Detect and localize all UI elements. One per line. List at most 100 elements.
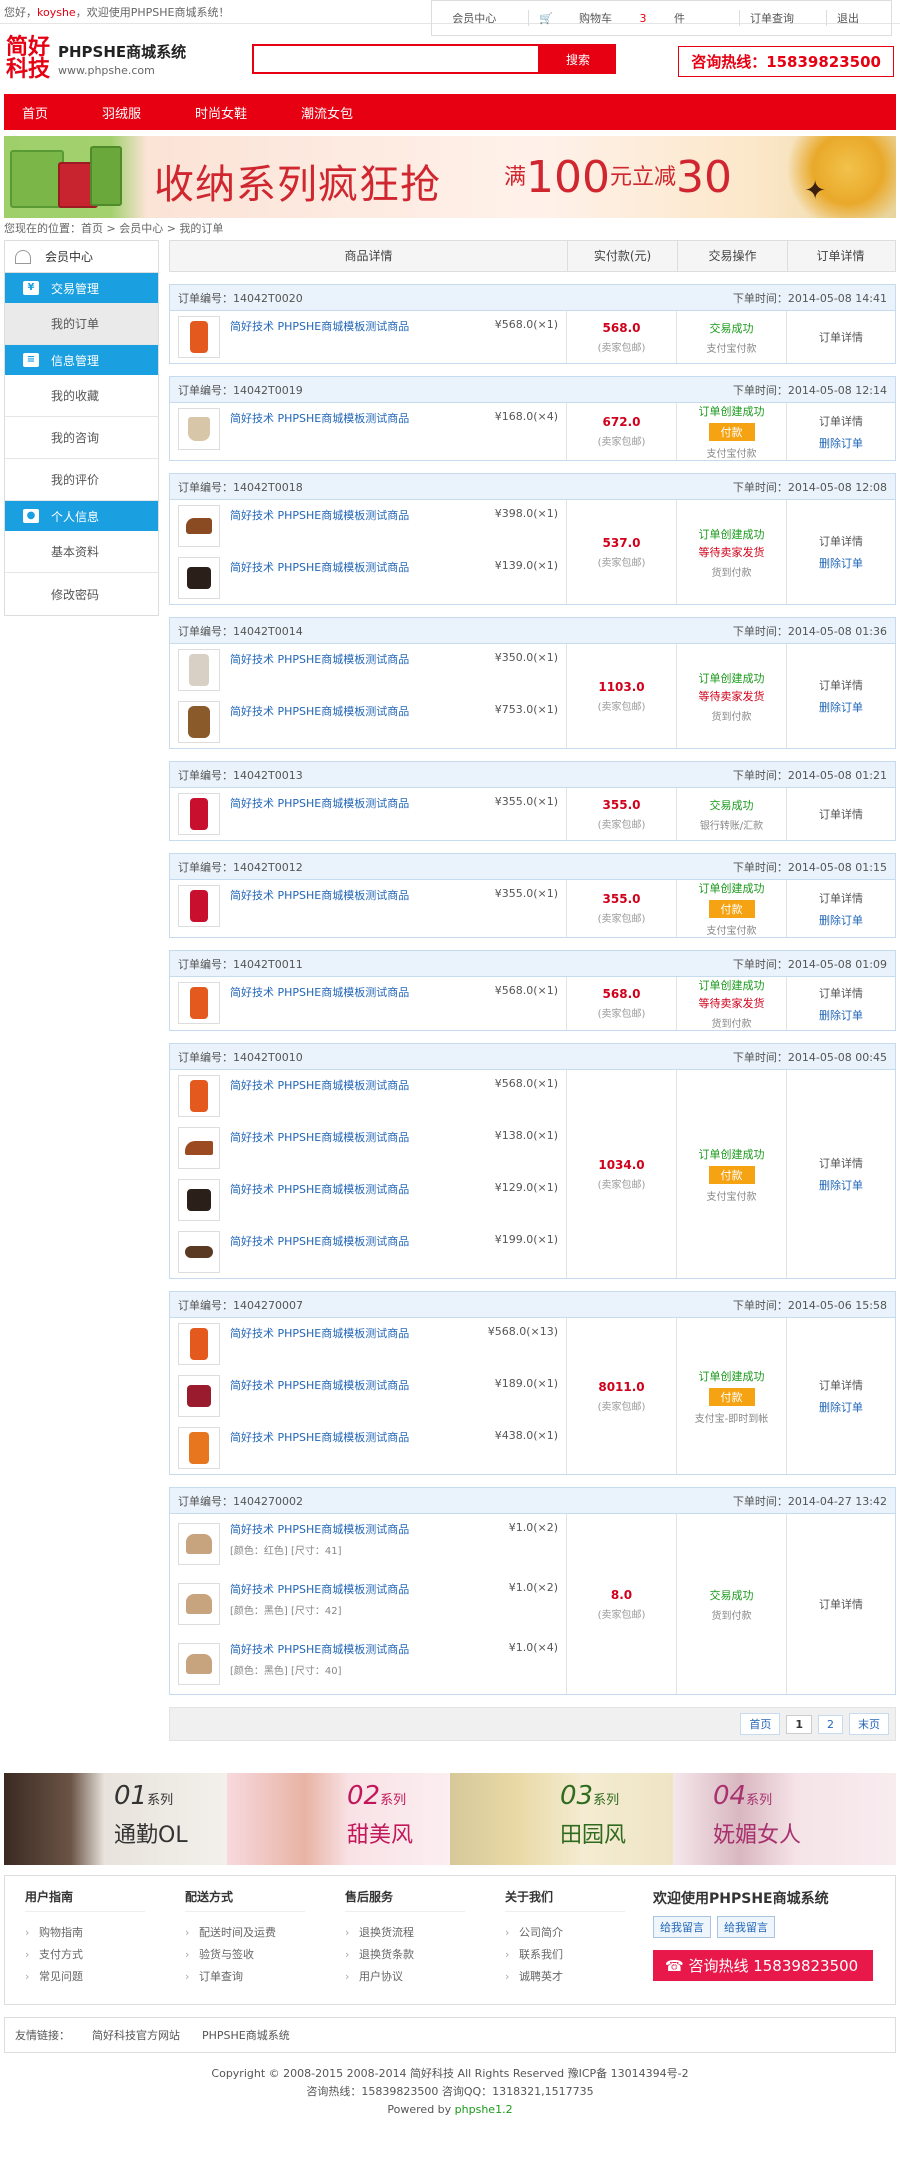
product-name-link[interactable]: 简好技术 PHPSHE商城模板测试商品 <box>230 984 409 1000</box>
series-banner-3[interactable]: 03系列 田园风 <box>450 1773 673 1865</box>
pay-button[interactable]: 付款 <box>708 1165 755 1184</box>
product-thumbnail[interactable] <box>178 1427 220 1469</box>
sidebar-item-consult[interactable]: 我的咨询 <box>5 417 158 459</box>
nav-item-down-jacket[interactable]: 羽绒服 <box>102 103 141 122</box>
product-thumbnail[interactable] <box>178 316 220 358</box>
product-thumbnail[interactable] <box>178 1583 220 1625</box>
product-name-link[interactable]: 简好技术 PHPSHE商城模板测试商品 <box>230 1325 409 1341</box>
product-name-link[interactable]: 简好技术 PHPSHE商城模板测试商品 <box>230 1181 409 1197</box>
product-thumbnail[interactable] <box>178 1179 220 1221</box>
footer-link[interactable]: 公司简介 <box>505 1922 645 1944</box>
pay-button[interactable]: 付款 <box>708 423 755 441</box>
product-name-link[interactable]: 简好技术 PHPSHE商城模板测试商品 <box>230 1641 409 1657</box>
footer-link[interactable]: 支付方式 <box>25 1944 165 1966</box>
product-thumbnail[interactable] <box>178 885 220 927</box>
delete-order-link[interactable]: 删除订单 <box>819 435 863 451</box>
product-name-link[interactable]: 简好技术 PHPSHE商城模板测试商品 <box>230 1377 409 1393</box>
promo-banner[interactable]: 收纳系列疯狂抢 满100元立减30 ✦ <box>4 136 896 218</box>
product-name-link[interactable]: 简好技术 PHPSHE商城模板测试商品 <box>230 887 409 903</box>
logo[interactable]: 简好科技 PHPSHE商城系统 www.phpshe.com <box>6 37 186 81</box>
product-thumbnail[interactable] <box>178 649 220 691</box>
sidebar-item-reviews[interactable]: 我的评价 <box>5 459 158 501</box>
sidebar-item-my-orders[interactable]: 我的订单 <box>5 303 158 345</box>
order-detail-link[interactable]: 订单详情 <box>819 890 863 906</box>
product-thumbnail[interactable] <box>178 408 220 450</box>
product-thumbnail[interactable] <box>178 793 220 835</box>
nav-item-home[interactable]: 首页 <box>22 103 48 122</box>
footer-link[interactable]: 诚聘英才 <box>505 1966 645 1988</box>
order-detail-link[interactable]: 订单详情 <box>819 329 863 345</box>
delete-order-link[interactable]: 删除订单 <box>819 555 863 571</box>
product-name-link[interactable]: 简好技术 PHPSHE商城模板测试商品 <box>230 1429 409 1445</box>
order-detail-link[interactable]: 订单详情 <box>819 1155 863 1171</box>
product-name-link[interactable]: 简好技术 PHPSHE商城模板测试商品 <box>230 1521 409 1537</box>
order-detail-link[interactable]: 订单详情 <box>819 1596 863 1612</box>
friend-link[interactable]: 简好科技官方网站 <box>92 2027 180 2043</box>
nav-item-women-bags[interactable]: 潮流女包 <box>301 103 353 122</box>
nav-item-women-shoes[interactable]: 时尚女鞋 <box>195 103 247 122</box>
product-name-link[interactable]: 简好技术 PHPSHE商城模板测试商品 <box>230 1077 409 1093</box>
order-detail-link[interactable]: 订单详情 <box>819 985 863 1001</box>
product-thumbnail[interactable] <box>178 1375 220 1417</box>
footer-link[interactable]: 购物指南 <box>25 1922 165 1944</box>
product-name-link[interactable]: 简好技术 PHPSHE商城模板测试商品 <box>230 410 409 426</box>
order-detail-link[interactable]: 订单详情 <box>819 677 863 693</box>
product-name-link[interactable]: 简好技术 PHPSHE商城模板测试商品 <box>230 559 409 575</box>
sidebar-item-basic-info[interactable]: 基本资料 <box>5 531 158 573</box>
delete-order-link[interactable]: 删除订单 <box>819 699 863 715</box>
product-name-link[interactable]: 简好技术 PHPSHE商城模板测试商品 <box>230 703 409 719</box>
series-banner-2[interactable]: 02系列 甜美风 <box>227 1773 450 1865</box>
product-name-link[interactable]: 简好技术 PHPSHE商城模板测试商品 <box>230 318 409 334</box>
product-name-link[interactable]: 简好技术 PHPSHE商城模板测试商品 <box>230 651 409 667</box>
sidebar-item-favorites[interactable]: 我的收藏 <box>5 375 158 417</box>
order-detail-link[interactable]: 订单详情 <box>819 413 863 429</box>
footer-link[interactable]: 联系我们 <box>505 1944 645 1966</box>
footer-link[interactable]: 退换货条款 <box>345 1944 485 1966</box>
page-last[interactable]: 末页 <box>849 1713 889 1735</box>
search-input[interactable] <box>252 44 540 74</box>
product-name-link[interactable]: 简好技术 PHPSHE商城模板测试商品 <box>230 507 409 523</box>
product-name-link[interactable]: 简好技术 PHPSHE商城模板测试商品 <box>230 1233 409 1249</box>
product-thumbnail[interactable] <box>178 1075 220 1117</box>
page-2[interactable]: 2 <box>818 1714 843 1734</box>
search-button[interactable]: 搜索 <box>540 44 616 74</box>
footer-link[interactable]: 配送时间及运费 <box>185 1922 325 1944</box>
order-item: 简好技术 PHPSHE商城模板测试商品 ¥355.0(×1) <box>170 788 566 840</box>
friend-link[interactable]: PHPSHE商城系统 <box>202 2027 290 2043</box>
product-thumbnail[interactable] <box>178 1643 220 1685</box>
product-thumbnail[interactable] <box>178 1127 220 1169</box>
pay-button[interactable]: 付款 <box>708 900 755 918</box>
product-thumbnail[interactable] <box>178 1523 220 1565</box>
product-name-link[interactable]: 简好技术 PHPSHE商城模板测试商品 <box>230 795 409 811</box>
powered-link[interactable]: phpshe1.2 <box>455 2103 513 2116</box>
product-thumbnail[interactable] <box>178 505 220 547</box>
leave-message-button[interactable]: 给我留言 <box>653 1916 711 1938</box>
order-detail-link[interactable]: 订单详情 <box>819 1377 863 1393</box>
series-banner-4[interactable]: 04系列 妩媚女人 <box>673 1773 896 1865</box>
footer-link[interactable]: 用户协议 <box>345 1966 485 1988</box>
footer-link[interactable]: 验货与签收 <box>185 1944 325 1966</box>
product-thumbnail[interactable] <box>178 982 220 1024</box>
product-thumbnail[interactable] <box>178 1231 220 1273</box>
delete-order-link[interactable]: 删除订单 <box>819 912 863 928</box>
page-1[interactable]: 1 <box>786 1714 812 1734</box>
product-thumbnail[interactable] <box>178 1323 220 1365</box>
footer-link[interactable]: 退换货流程 <box>345 1922 485 1944</box>
footer-link[interactable]: 订单查询 <box>185 1966 325 1988</box>
order-detail-link[interactable]: 订单详情 <box>819 806 863 822</box>
delete-order-link[interactable]: 删除订单 <box>819 1177 863 1193</box>
product-name-link[interactable]: 简好技术 PHPSHE商城模板测试商品 <box>230 1581 409 1597</box>
pay-button[interactable]: 付款 <box>708 1387 755 1406</box>
username[interactable]: koyshe <box>37 6 76 19</box>
footer-link[interactable]: 常见问题 <box>25 1966 165 1988</box>
sidebar-item-change-password[interactable]: 修改密码 <box>5 573 158 615</box>
order-detail-link[interactable]: 订单详情 <box>819 533 863 549</box>
page-first[interactable]: 首页 <box>740 1713 781 1735</box>
product-thumbnail[interactable] <box>178 557 220 599</box>
leave-message-button[interactable]: 给我留言 <box>717 1916 775 1938</box>
product-name-link[interactable]: 简好技术 PHPSHE商城模板测试商品 <box>230 1129 409 1145</box>
series-banner-1[interactable]: 01系列 通勤OL <box>4 1773 227 1865</box>
delete-order-link[interactable]: 删除订单 <box>819 1399 863 1415</box>
product-thumbnail[interactable] <box>178 701 220 743</box>
delete-order-link[interactable]: 删除订单 <box>819 1007 863 1023</box>
